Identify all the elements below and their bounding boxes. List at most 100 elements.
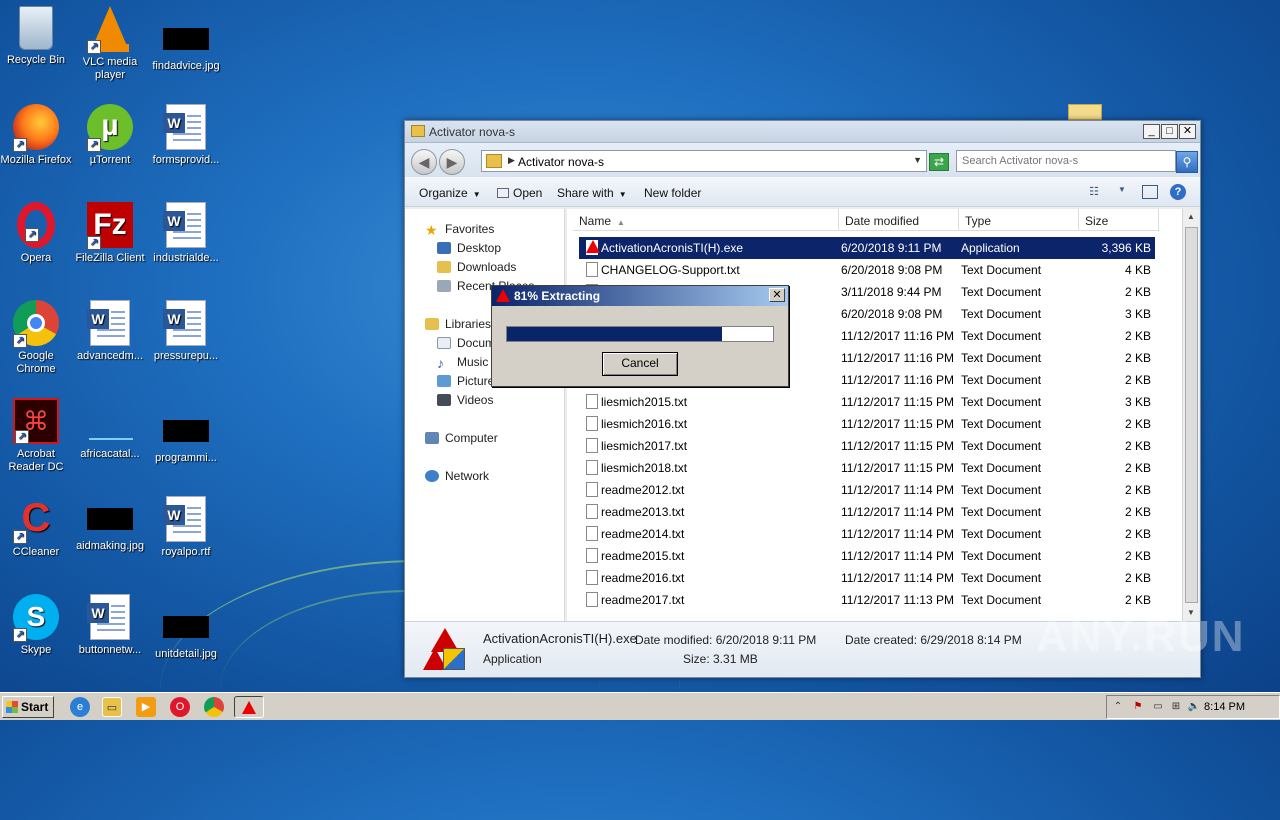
opera-taskbar-icon[interactable]: O [170, 697, 190, 717]
nav-desktop[interactable]: Desktop [437, 241, 501, 255]
organize-button[interactable]: Organize ▼ [419, 186, 481, 200]
window-titlebar[interactable]: Activator nova-s _ □ ✕ [405, 121, 1200, 143]
column-header-name[interactable]: Name ▲ [573, 209, 839, 231]
breadcrumb-arrow-icon[interactable]: ▶ [508, 155, 515, 166]
file-row[interactable]: readme2016.txt 11/12/2017 11:14 PM Text Do… [579, 567, 1155, 589]
nav-documents[interactable]: Docum [437, 336, 495, 350]
monitor-icon[interactable]: ▭ [1151, 700, 1165, 714]
search-input[interactable] [956, 150, 1176, 172]
nav-pictures[interactable]: Picture [437, 374, 494, 388]
desktop-icon-filezilla[interactable]: Fz ↗ FileZilla Client [72, 202, 148, 265]
file-row[interactable]: liesmich2016.txt 11/12/2017 11:15 PM Text … [579, 413, 1155, 435]
nav-favorites[interactable]: ★ Favorites [425, 222, 494, 237]
dialog-titlebar[interactable]: 81% Extracting ✕ [492, 286, 788, 306]
recycle-bin-icon [19, 6, 53, 50]
desktop-icon-skype[interactable]: S ↗ Skype [0, 594, 74, 657]
cancel-button[interactable]: Cancel [602, 352, 678, 376]
nav-computer[interactable]: Computer [425, 431, 498, 445]
nav-downloads[interactable]: Downloads [437, 260, 516, 274]
file-date: 11/12/2017 11:16 PM [841, 329, 954, 343]
extract-dialog[interactable]: 81% Extracting ✕ Cancel [491, 285, 789, 387]
file-row[interactable]: readme2017.txt 11/12/2017 11:13 PM Text Do… [579, 589, 1155, 611]
desktop-icon-aidmaking[interactable]: aidmaking.jpg [72, 496, 148, 553]
file-row[interactable]: readme2012.txt 11/12/2017 11:14 PM Text Do… [579, 479, 1155, 501]
nav-libraries[interactable]: Libraries [425, 317, 491, 331]
start-button[interactable]: Start [2, 696, 54, 718]
media-player-icon[interactable]: ▶ [136, 697, 156, 717]
shortcut-arrow-icon: ↗ [13, 334, 27, 348]
nav-music[interactable]: ♪ Music [437, 355, 488, 370]
chevron-down-icon[interactable]: ▼ [913, 155, 922, 165]
dialog-close-button[interactable]: ✕ [769, 288, 785, 302]
file-row[interactable]: ActivationAcronisTI(H).exe 6/20/2018 9:11… [579, 237, 1155, 259]
minimize-button[interactable]: _ [1143, 124, 1160, 139]
new-folder-button[interactable]: New folder [644, 186, 701, 200]
desktop-icon-vlc[interactable]: ↗ VLC media player [72, 6, 148, 82]
desktop-icon-chrome[interactable]: ↗ Google Chrome [0, 300, 74, 376]
file-row[interactable]: liesmich2018.txt 11/12/2017 11:15 PM Text … [579, 457, 1155, 479]
desktop-icon-pressurepu[interactable]: W pressurepu... [148, 300, 224, 363]
acronis-taskbar-icon[interactable] [234, 696, 264, 718]
network-tray-icon[interactable]: ⊞ [1169, 700, 1183, 714]
file-type: Text Document [961, 461, 1042, 475]
close-button[interactable]: ✕ [1179, 124, 1196, 139]
clock[interactable]: 8:14 PM [1204, 701, 1245, 713]
desktop-icon-africacatal[interactable]: africacatal... [72, 398, 148, 461]
file-row[interactable]: readme2014.txt 11/12/2017 11:14 PM Text Do… [579, 523, 1155, 545]
vertical-scrollbar[interactable]: ▲ ▼ [1182, 209, 1199, 621]
desktop-icon-royalpo[interactable]: W royalpo.rtf [148, 496, 224, 559]
breadcrumb[interactable]: Activator nova-s [518, 155, 604, 169]
desktop-icon-opera[interactable]: ↗ Opera [0, 202, 74, 265]
nav-videos[interactable]: Videos [437, 393, 493, 407]
search-button[interactable]: ⚲ [1176, 151, 1198, 173]
explorer-window[interactable]: Activator nova-s _ □ ✕ ◀ ▶ ▶ Activator n… [404, 120, 1201, 678]
desktop-icon-label: royalpo.rtf [161, 546, 211, 558]
file-row[interactable]: readme2015.txt 11/12/2017 11:14 PM Text Do… [579, 545, 1155, 567]
file-row[interactable]: CHANGELOG-Support.txt 6/20/2018 9:08 PM Te… [579, 259, 1155, 281]
refresh-button[interactable]: ⇄ [929, 153, 949, 171]
desktop-icon-label: findadvice.jpg [152, 60, 220, 72]
chrome-icon: ↗ [13, 300, 59, 348]
scroll-up-icon[interactable]: ▲ [1183, 209, 1199, 225]
desktop-icon-advancedm[interactable]: W advancedm... [72, 300, 148, 363]
back-button[interactable]: ◀ [411, 149, 437, 175]
desktop-icon-programmi[interactable]: programmi... [148, 398, 224, 465]
desktop-icon-recycle-bin[interactable]: Recycle Bin [0, 6, 74, 67]
file-row[interactable]: liesmich2017.txt 11/12/2017 11:15 PM Text … [579, 435, 1155, 457]
desktop-icon-utorrent[interactable]: µ ↗ µTorrent [72, 104, 148, 167]
desktop-icon-formsprovid[interactable]: W formsprovid... [148, 104, 224, 167]
file-row[interactable]: readme2013.txt 11/12/2017 11:14 PM Text Do… [579, 501, 1155, 523]
address-bar[interactable]: ▶ Activator nova-s ▼ [481, 150, 927, 172]
file-size: 2 KB [1124, 571, 1151, 585]
file-row[interactable]: liesmich2015.txt 11/12/2017 11:15 PM Text … [579, 391, 1155, 413]
chevron-down-icon[interactable]: ▼ [1114, 185, 1130, 199]
show-hidden-icons-icon[interactable]: ⌃ [1111, 700, 1125, 714]
desktop-icon-acrobat[interactable]: ⌘ ↗ Acrobat Reader DC [0, 398, 74, 474]
desktop-icon-buttonnetw[interactable]: W buttonnetw... [72, 594, 148, 657]
forward-button[interactable]: ▶ [439, 149, 465, 175]
help-icon[interactable]: ? [1170, 184, 1186, 200]
action-center-icon[interactable]: ⚑ [1131, 700, 1145, 714]
chrome-taskbar-icon[interactable] [204, 697, 224, 717]
downloads-icon [437, 261, 451, 273]
desktop-icon-ccleaner[interactable]: C ↗ CCleaner [0, 496, 74, 559]
volume-icon[interactable]: 🔈 [1187, 700, 1201, 714]
maximize-button[interactable]: □ [1161, 124, 1178, 139]
column-header-type[interactable]: Type [959, 209, 1079, 231]
scrollbar-thumb[interactable] [1185, 227, 1198, 603]
desktop-icon-industrialde[interactable]: W industrialde... [148, 202, 224, 265]
nav-network[interactable]: Network [425, 469, 489, 483]
firefox-icon: ↗ [13, 104, 59, 152]
column-header-date[interactable]: Date modified [839, 209, 959, 231]
word-document-icon: W [163, 104, 206, 150]
internet-explorer-icon[interactable]: e [70, 697, 90, 717]
column-header-size[interactable]: Size [1079, 209, 1159, 231]
desktop-icon-unitdetail[interactable]: unitdetail.jpg [148, 594, 224, 661]
share-with-button[interactable]: Share with ▼ [557, 186, 627, 200]
preview-pane-icon[interactable] [1142, 185, 1158, 199]
explorer-taskbar-icon[interactable]: ▭ [102, 697, 122, 717]
view-options-icon[interactable]: ☷ [1086, 185, 1102, 199]
open-button[interactable]: Open [497, 186, 542, 200]
desktop-icon-findadvice[interactable]: findadvice.jpg [148, 6, 224, 73]
desktop-icon-firefox[interactable]: ↗ Mozilla Firefox [0, 104, 74, 167]
